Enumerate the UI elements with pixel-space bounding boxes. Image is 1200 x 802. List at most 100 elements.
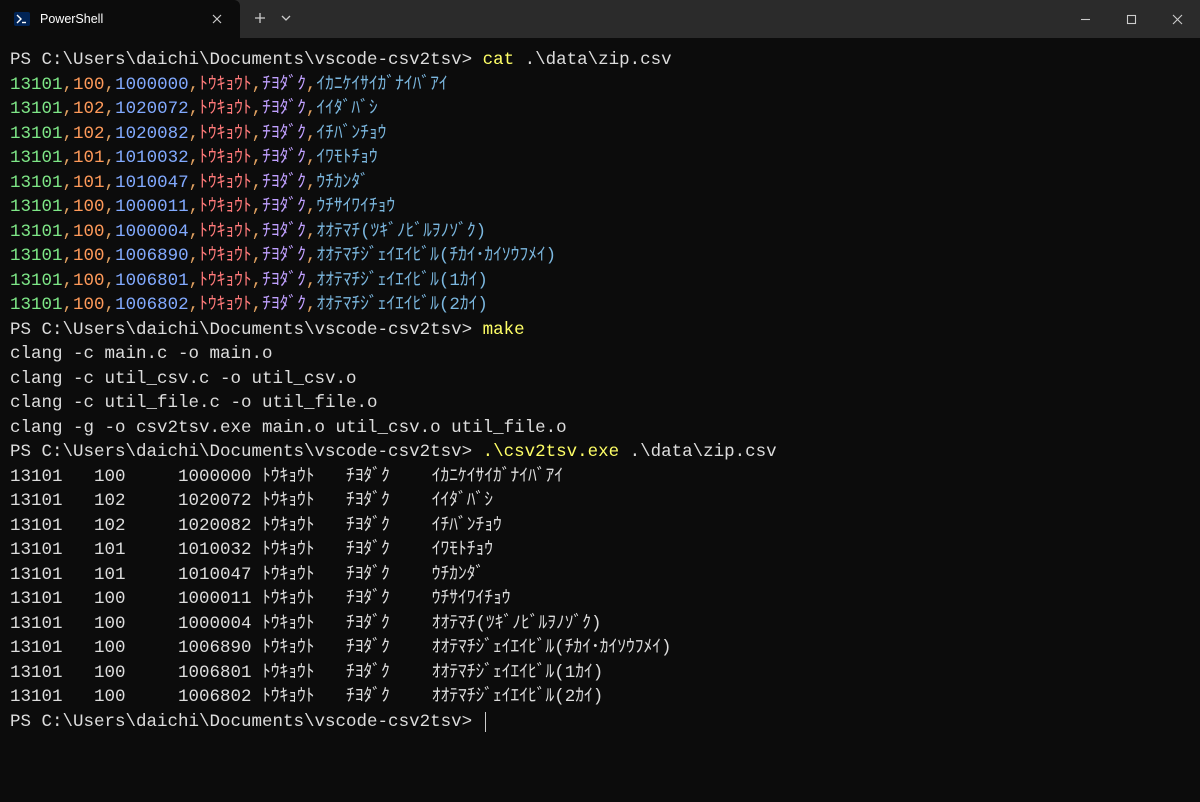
csv-separator: , (105, 124, 116, 144)
csv-cell: ﾄｳｷｮｳﾄ (199, 124, 252, 144)
csv-separator: , (306, 246, 317, 266)
title-bar-drag-region[interactable] (306, 0, 1062, 38)
csv-cell: ﾁﾖﾀﾞｸ (262, 197, 306, 217)
csv-separator: , (63, 295, 74, 315)
csv-cell: 13101 (10, 75, 63, 95)
csv-separator: , (306, 173, 317, 193)
build-output: clang -g -o csv2tsv.exe main.o util_csv.… (10, 418, 567, 438)
csv-separator: , (189, 75, 200, 95)
terminal-line: clang -g -o csv2tsv.exe main.o util_csv.… (10, 416, 1190, 441)
csv-cell: ﾁﾖﾀﾞｸ (262, 246, 306, 266)
csv-cell: 1010047 (115, 173, 189, 193)
tsv-row: 13101 100 1006890 ﾄｳｷｮｳﾄ ﾁﾖﾀﾞｸ ｵｵﾃﾏﾁｼﾞｪｲ… (10, 638, 672, 658)
csv-separator: , (252, 173, 263, 193)
terminal-line: clang -c main.c -o main.o (10, 342, 1190, 367)
csv-separator: , (189, 271, 200, 291)
csv-separator: , (63, 99, 74, 119)
tab-actions (240, 0, 306, 38)
csv-separator: , (105, 173, 116, 193)
csv-separator: , (189, 197, 200, 217)
csv-separator: , (105, 197, 116, 217)
csv-cell: ﾄｳｷｮｳﾄ (199, 246, 252, 266)
csv-separator: , (105, 99, 116, 119)
csv-separator: , (306, 222, 317, 242)
csv-cell: 100 (73, 197, 105, 217)
terminal-line: 13101,100,1006802,ﾄｳｷｮｳﾄ,ﾁﾖﾀﾞｸ,ｵｵﾃﾏﾁｼﾞｪｲ… (10, 293, 1190, 318)
csv-separator: , (189, 124, 200, 144)
csv-cell: ﾄｳｷｮｳﾄ (199, 295, 252, 315)
csv-cell: 1020082 (115, 124, 189, 144)
csv-separator: , (252, 246, 263, 266)
terminal-line: 13101,100,1006801,ﾄｳｷｮｳﾄ,ﾁﾖﾀﾞｸ,ｵｵﾃﾏﾁｼﾞｪｲ… (10, 269, 1190, 294)
terminal-line: PS C:\Users\daichi\Documents\vscode-csv2… (10, 440, 1190, 465)
terminal-line: clang -c util_file.c -o util_file.o (10, 391, 1190, 416)
tsv-row: 13101 102 1020082 ﾄｳｷｮｳﾄ ﾁﾖﾀﾞｸ ｲﾁﾊﾞﾝﾁｮｳ (10, 516, 502, 536)
csv-cell: 1006802 (115, 295, 189, 315)
csv-separator: , (306, 197, 317, 217)
text-cursor (485, 712, 486, 732)
csv-separator: , (63, 246, 74, 266)
powershell-icon (14, 11, 30, 27)
csv-separator: , (252, 295, 263, 315)
tsv-row: 13101 102 1020072 ﾄｳｷｮｳﾄ ﾁﾖﾀﾞｸ ｲｲﾀﾞﾊﾞｼ (10, 491, 493, 511)
csv-separator: , (105, 75, 116, 95)
csv-cell: ｳﾁｻｲﾜｲﾁｮｳ (316, 197, 395, 217)
terminal-line: 13101,102,1020082,ﾄｳｷｮｳﾄ,ﾁﾖﾀﾞｸ,ｲﾁﾊﾞﾝﾁｮｳ (10, 122, 1190, 147)
csv-cell: 101 (73, 148, 105, 168)
csv-cell: ﾁﾖﾀﾞｸ (262, 271, 306, 291)
minimize-button[interactable] (1062, 0, 1108, 38)
csv-separator: , (63, 173, 74, 193)
prompt: PS C:\Users\daichi\Documents\vscode-csv2… (10, 442, 483, 462)
csv-cell: 13101 (10, 173, 63, 193)
terminal-line: 13101 101 1010032 ﾄｳｷｮｳﾄ ﾁﾖﾀﾞｸ ｲﾜﾓﾄﾁｮｳ (10, 538, 1190, 563)
csv-separator: , (105, 148, 116, 168)
csv-separator: , (252, 124, 263, 144)
terminal-line: 13101 100 1000011 ﾄｳｷｮｳﾄ ﾁﾖﾀﾞｸ ｳﾁｻｲﾜｲﾁｮｳ (10, 587, 1190, 612)
csv-cell: 100 (73, 75, 105, 95)
prompt: PS C:\Users\daichi\Documents\vscode-csv2… (10, 712, 483, 732)
csv-cell: 13101 (10, 124, 63, 144)
argument: .\data\zip.csv (525, 50, 672, 70)
csv-cell: ﾄｳｷｮｳﾄ (199, 197, 252, 217)
csv-cell: ﾁﾖﾀﾞｸ (262, 295, 306, 315)
csv-cell: ﾁﾖﾀﾞｸ (262, 99, 306, 119)
csv-cell: ﾁﾖﾀﾞｸ (262, 222, 306, 242)
title-bar: PowerShell (0, 0, 1200, 38)
csv-cell: 100 (73, 271, 105, 291)
csv-cell: ｵｵﾃﾏﾁ(ﾂｷﾞﾉﾋﾞﾙｦﾉｿﾞｸ) (316, 222, 486, 242)
csv-separator: , (189, 148, 200, 168)
csv-separator: , (189, 246, 200, 266)
close-window-button[interactable] (1154, 0, 1200, 38)
csv-separator: , (306, 124, 317, 144)
csv-cell: 100 (73, 222, 105, 242)
csv-cell: ｲｶﾆｹｲｻｲｶﾞﾅｲﾊﾞｱｲ (316, 75, 447, 95)
maximize-button[interactable] (1108, 0, 1154, 38)
csv-cell: ﾄｳｷｮｳﾄ (199, 99, 252, 119)
terminal-viewport[interactable]: PS C:\Users\daichi\Documents\vscode-csv2… (0, 38, 1200, 744)
csv-cell: ﾁﾖﾀﾞｸ (262, 173, 306, 193)
csv-cell: 1020072 (115, 99, 189, 119)
build-output: clang -c main.c -o main.o (10, 344, 273, 364)
terminal-line: PS C:\Users\daichi\Documents\vscode-csv2… (10, 710, 1190, 735)
csv-cell: 100 (73, 295, 105, 315)
tab-title: PowerShell (40, 12, 198, 26)
terminal-line: 13101,101,1010032,ﾄｳｷｮｳﾄ,ﾁﾖﾀﾞｸ,ｲﾜﾓﾄﾁｮｳ (10, 146, 1190, 171)
new-tab-button[interactable] (254, 11, 266, 27)
csv-separator: , (105, 246, 116, 266)
csv-cell: 101 (73, 173, 105, 193)
terminal-line: PS C:\Users\daichi\Documents\vscode-csv2… (10, 48, 1190, 73)
csv-separator: , (252, 197, 263, 217)
csv-cell: ｵｵﾃﾏﾁｼﾞｪｲｴｲﾋﾞﾙ(ﾁｶｲ･ｶｲｿｳﾌﾒｲ) (316, 246, 556, 266)
tab-dropdown-button[interactable] (280, 11, 292, 27)
command: .\csv2tsv.exe (483, 442, 630, 462)
csv-cell: 1000011 (115, 197, 189, 217)
csv-separator: , (189, 222, 200, 242)
csv-cell: ﾄｳｷｮｳﾄ (199, 271, 252, 291)
terminal-line: 13101 100 1006890 ﾄｳｷｮｳﾄ ﾁﾖﾀﾞｸ ｵｵﾃﾏﾁｼﾞｪｲ… (10, 636, 1190, 661)
csv-cell: ｳﾁｶﾝﾀﾞ (316, 173, 369, 193)
csv-cell: 13101 (10, 197, 63, 217)
tab-powershell[interactable]: PowerShell (0, 0, 240, 38)
tab-close-button[interactable] (208, 10, 226, 28)
csv-cell: ﾁﾖﾀﾞｸ (262, 124, 306, 144)
csv-cell: 1010032 (115, 148, 189, 168)
